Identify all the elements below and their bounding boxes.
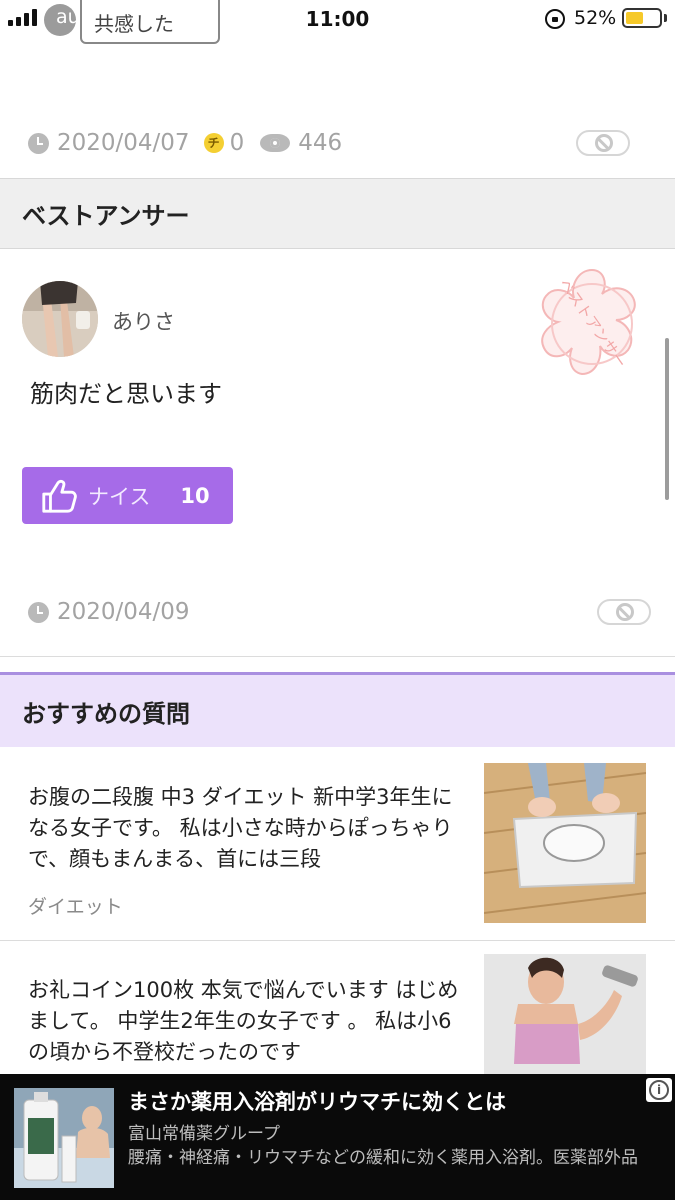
nice-button[interactable]: ナイス 10 xyxy=(22,467,233,524)
view-count: 446 xyxy=(298,130,343,156)
answer-report-button[interactable] xyxy=(597,599,651,625)
bathroom-scale-image[interactable] xyxy=(484,763,646,923)
battery-level xyxy=(626,12,643,24)
adchoices-icon[interactable]: i xyxy=(646,1078,672,1102)
avatar[interactable] xyxy=(22,281,98,357)
ad-title[interactable]: まさか薬用入浴剤がリウマチに効くとは xyxy=(128,1086,506,1116)
recommended-item-category[interactable]: ダイエット xyxy=(28,892,123,919)
woman-dumbbell-image[interactable] xyxy=(484,954,646,1074)
recommended-item[interactable]: お礼コイン100枚 本気で悩んでいます はじめまして。 中学生2年生の女子です … xyxy=(0,941,675,1074)
recommended-item-text[interactable]: お礼コイン100枚 本気で悩んでいます はじめまして。 中学生2年生の女子です … xyxy=(28,975,468,1068)
answer-date: 2020/04/09 xyxy=(57,599,190,625)
recommended-header: おすすめの質問 xyxy=(0,672,675,747)
carrier-name: au xyxy=(56,6,80,28)
recommended-title: おすすめの質問 xyxy=(22,699,190,728)
divider xyxy=(0,656,675,657)
answer-meta-row: 2020/04/09 xyxy=(28,597,190,627)
battery-icon xyxy=(622,8,662,28)
coin-icon: チ xyxy=(203,133,224,153)
best-answer-header: ベストアンサー xyxy=(0,178,675,249)
stamp-label: ベストアンサー xyxy=(555,275,630,371)
best-answer-stamp-icon: ベストアンサー xyxy=(530,262,654,386)
nice-count: 10 xyxy=(180,483,210,508)
scrollbar[interactable] xyxy=(665,338,669,500)
ad-description[interactable]: 腰痛・神経痛・リウマチなどの緩和に効く薬用入浴剤。医薬部外品 xyxy=(128,1144,668,1173)
battery-percent: 52% xyxy=(574,7,617,29)
thumbs-up-icon xyxy=(42,479,77,513)
clock-icon xyxy=(28,132,49,154)
question-meta-row: 2020/04/07 チ 0 446 xyxy=(28,128,342,158)
question-report-button[interactable] xyxy=(576,130,630,156)
status-bar: au 共感した 11:00 52% xyxy=(0,0,675,44)
rotation-lock-icon xyxy=(545,9,565,29)
ad-product-image[interactable]: 医薬部外品 xyxy=(14,1088,114,1188)
ad-banner[interactable]: 医薬部外品 まさか薬用入浴剤がリウマチに効くとは 富山常備薬グループ 腰痛・神経… xyxy=(0,1074,675,1200)
svg-text:ベストアンサー: ベストアンサー xyxy=(555,275,630,371)
coin-count: 0 xyxy=(229,130,245,156)
answer-text: 筋肉だと思います xyxy=(30,380,222,408)
clock-icon xyxy=(28,601,49,623)
question-date: 2020/04/07 xyxy=(57,130,190,156)
recommended-item[interactable]: お腹の二段腹 中3 ダイエット 新中学3年生になる女子です。 私は小さな時からぽ… xyxy=(0,748,675,940)
prohibit-icon xyxy=(616,603,634,621)
ad-advertiser[interactable]: 富山常備薬グループ xyxy=(128,1119,280,1144)
eye-icon xyxy=(260,133,291,153)
recommended-item-text[interactable]: お腹の二段腹 中3 ダイエット 新中学3年生になる女子です。 私は小さな時からぽ… xyxy=(28,782,468,875)
prohibit-icon xyxy=(595,134,613,152)
best-answer-title: ベストアンサー xyxy=(22,202,190,230)
nice-label: ナイス xyxy=(88,484,151,509)
answer-username[interactable]: ありさ xyxy=(112,306,175,336)
battery-tip xyxy=(664,14,667,22)
